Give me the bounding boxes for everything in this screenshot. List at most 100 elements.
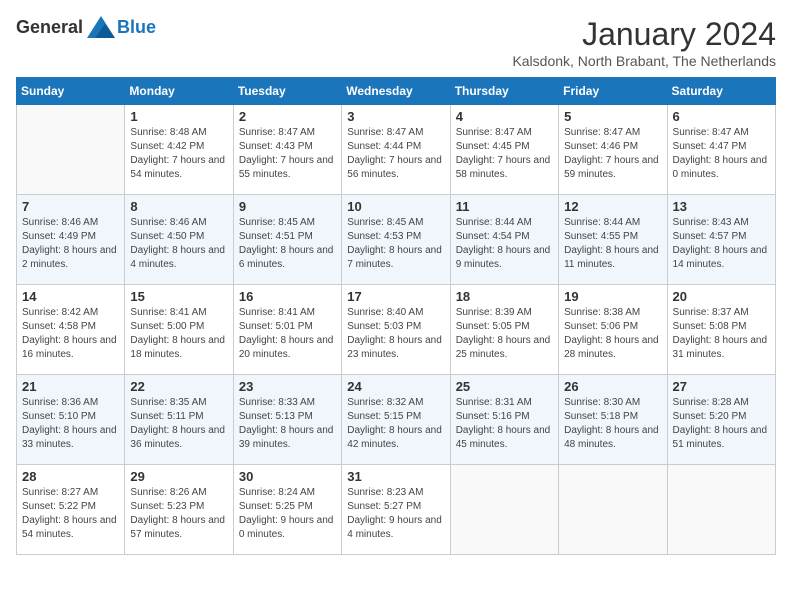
- day-info: Sunrise: 8:41 AMSunset: 5:00 PMDaylight:…: [130, 306, 227, 362]
- day-number: 17: [347, 289, 444, 304]
- month-year-title: January 2024: [512, 16, 776, 53]
- day-info: Sunrise: 8:41 AMSunset: 5:01 PMDaylight:…: [239, 306, 336, 362]
- day-number: 2: [239, 109, 336, 124]
- calendar-cell: 7Sunrise: 8:46 AMSunset: 4:49 PMDaylight…: [17, 195, 125, 285]
- day-header-thursday: Thursday: [450, 78, 558, 105]
- calendar-cell: 16Sunrise: 8:41 AMSunset: 5:01 PMDayligh…: [233, 285, 341, 375]
- day-number: 5: [564, 109, 661, 124]
- day-number: 12: [564, 199, 661, 214]
- calendar-cell: [559, 465, 667, 555]
- calendar-cell: 28 Sunrise: 8:27 AMSunset: 5:22 PMDayligh…: [17, 465, 125, 555]
- day-number: 30: [239, 469, 336, 484]
- calendar-week-row: 28 Sunrise: 8:27 AMSunset: 5:22 PMDayligh…: [17, 465, 776, 555]
- calendar-cell: 24Sunrise: 8:32 AMSunset: 5:15 PMDayligh…: [342, 375, 450, 465]
- day-number: 27: [673, 379, 770, 394]
- calendar-table: SundayMondayTuesdayWednesdayThursdayFrid…: [16, 77, 776, 555]
- day-number: 8: [130, 199, 227, 214]
- calendar-week-row: 7Sunrise: 8:46 AMSunset: 4:49 PMDaylight…: [17, 195, 776, 285]
- day-number: 13: [673, 199, 770, 214]
- day-info: Sunrise: 8:39 AMSunset: 5:05 PMDaylight:…: [456, 306, 553, 362]
- calendar-cell: [450, 465, 558, 555]
- day-info: Sunrise: 8:36 AMSunset: 5:10 PMDaylight:…: [22, 396, 119, 452]
- calendar-cell: 1Sunrise: 8:48 AMSunset: 4:42 PMDaylight…: [125, 105, 233, 195]
- logo-blue-text: Blue: [117, 17, 156, 38]
- day-info: Sunrise: 8:23 AMSunset: 5:27 PMDaylight:…: [347, 486, 444, 542]
- day-number: 15: [130, 289, 227, 304]
- calendar-cell: [17, 105, 125, 195]
- day-number: 9: [239, 199, 336, 214]
- day-header-saturday: Saturday: [667, 78, 775, 105]
- calendar-cell: 2 Sunrise: 8:47 AMSunset: 4:43 PMDaylight…: [233, 105, 341, 195]
- day-info: Sunrise: 8:37 AMSunset: 5:08 PMDaylight:…: [673, 306, 770, 362]
- day-number: 28: [22, 469, 119, 484]
- calendar-cell: 6 Sunrise: 8:47 AMSunset: 4:47 PMDaylight…: [667, 105, 775, 195]
- day-info: Sunrise: 8:27 AMSunset: 5:22 PMDaylight:…: [22, 486, 119, 542]
- day-info: Sunrise: 8:45 AMSunset: 4:53 PMDaylight:…: [347, 216, 444, 272]
- day-number: 19: [564, 289, 661, 304]
- day-number: 3: [347, 109, 444, 124]
- day-header-sunday: Sunday: [17, 78, 125, 105]
- day-number: 31: [347, 469, 444, 484]
- day-info: Sunrise: 8:42 AMSunset: 4:58 PMDaylight:…: [22, 306, 119, 362]
- day-header-tuesday: Tuesday: [233, 78, 341, 105]
- day-info: Sunrise: 8:47 AMSunset: 4:44 PMDaylight:…: [347, 126, 444, 182]
- calendar-cell: 18 Sunrise: 8:39 AMSunset: 5:05 PMDayligh…: [450, 285, 558, 375]
- logo: General Blue: [16, 16, 156, 38]
- day-number: 22: [130, 379, 227, 394]
- calendar-cell: 27 Sunrise: 8:28 AMSunset: 5:20 PMDayligh…: [667, 375, 775, 465]
- day-header-wednesday: Wednesday: [342, 78, 450, 105]
- calendar-cell: 21 Sunrise: 8:36 AMSunset: 5:10 PMDayligh…: [17, 375, 125, 465]
- day-info: Sunrise: 8:44 AMSunset: 4:55 PMDaylight:…: [564, 216, 661, 272]
- day-info: Sunrise: 8:44 AMSunset: 4:54 PMDaylight:…: [456, 216, 553, 272]
- day-number: 4: [456, 109, 553, 124]
- location-subtitle: Kalsdonk, North Brabant, The Netherlands: [512, 53, 776, 69]
- calendar-cell: 31 Sunrise: 8:23 AMSunset: 5:27 PMDayligh…: [342, 465, 450, 555]
- calendar-cell: 17 Sunrise: 8:40 AMSunset: 5:03 PMDayligh…: [342, 285, 450, 375]
- day-info: Sunrise: 8:30 AMSunset: 5:18 PMDaylight:…: [564, 396, 661, 452]
- day-number: 11: [456, 199, 553, 214]
- calendar-cell: 9Sunrise: 8:45 AMSunset: 4:51 PMDaylight…: [233, 195, 341, 285]
- day-info: Sunrise: 8:33 AMSunset: 5:13 PMDaylight:…: [239, 396, 336, 452]
- day-info: Sunrise: 8:40 AMSunset: 5:03 PMDaylight:…: [347, 306, 444, 362]
- day-info: Sunrise: 8:47 AMSunset: 4:47 PMDaylight:…: [673, 126, 770, 182]
- day-info: Sunrise: 8:38 AMSunset: 5:06 PMDaylight:…: [564, 306, 661, 362]
- day-header-friday: Friday: [559, 78, 667, 105]
- calendar-cell: 13Sunrise: 8:43 AMSunset: 4:57 PMDayligh…: [667, 195, 775, 285]
- calendar-cell: 15 Sunrise: 8:41 AMSunset: 5:00 PMDayligh…: [125, 285, 233, 375]
- calendar-cell: 4Sunrise: 8:47 AMSunset: 4:45 PMDaylight…: [450, 105, 558, 195]
- day-header-monday: Monday: [125, 78, 233, 105]
- day-number: 6: [673, 109, 770, 124]
- logo-general-text: General: [16, 17, 83, 38]
- day-number: 20: [673, 289, 770, 304]
- day-info: Sunrise: 8:31 AMSunset: 5:16 PMDaylight:…: [456, 396, 553, 452]
- day-info: Sunrise: 8:24 AMSunset: 5:25 PMDaylight:…: [239, 486, 336, 542]
- day-info: Sunrise: 8:47 AMSunset: 4:46 PMDaylight:…: [564, 126, 661, 182]
- title-section: January 2024 Kalsdonk, North Brabant, Th…: [512, 16, 776, 69]
- calendar-week-row: 14 Sunrise: 8:42 AMSunset: 4:58 PMDayligh…: [17, 285, 776, 375]
- calendar-week-row: 21 Sunrise: 8:36 AMSunset: 5:10 PMDayligh…: [17, 375, 776, 465]
- day-number: 23: [239, 379, 336, 394]
- calendar-cell: 19 Sunrise: 8:38 AMSunset: 5:06 PMDayligh…: [559, 285, 667, 375]
- day-number: 21: [22, 379, 119, 394]
- calendar-cell: 29 Sunrise: 8:26 AMSunset: 5:23 PMDayligh…: [125, 465, 233, 555]
- day-info: Sunrise: 8:26 AMSunset: 5:23 PMDaylight:…: [130, 486, 227, 542]
- calendar-cell: 3 Sunrise: 8:47 AMSunset: 4:44 PMDaylight…: [342, 105, 450, 195]
- day-info: Sunrise: 8:47 AMSunset: 4:43 PMDaylight:…: [239, 126, 336, 182]
- day-number: 26: [564, 379, 661, 394]
- day-info: Sunrise: 8:32 AMSunset: 5:15 PMDaylight:…: [347, 396, 444, 452]
- calendar-cell: [667, 465, 775, 555]
- day-number: 14: [22, 289, 119, 304]
- calendar-cell: 11 Sunrise: 8:44 AMSunset: 4:54 PMDayligh…: [450, 195, 558, 285]
- day-number: 18: [456, 289, 553, 304]
- calendar-cell: 25 Sunrise: 8:31 AMSunset: 5:16 PMDayligh…: [450, 375, 558, 465]
- calendar-cell: 14 Sunrise: 8:42 AMSunset: 4:58 PMDayligh…: [17, 285, 125, 375]
- day-number: 29: [130, 469, 227, 484]
- calendar-cell: 10Sunrise: 8:45 AMSunset: 4:53 PMDayligh…: [342, 195, 450, 285]
- calendar-cell: 12 Sunrise: 8:44 AMSunset: 4:55 PMDayligh…: [559, 195, 667, 285]
- calendar-cell: 20 Sunrise: 8:37 AMSunset: 5:08 PMDayligh…: [667, 285, 775, 375]
- day-info: Sunrise: 8:28 AMSunset: 5:20 PMDaylight:…: [673, 396, 770, 452]
- day-number: 25: [456, 379, 553, 394]
- day-info: Sunrise: 8:46 AMSunset: 4:49 PMDaylight:…: [22, 216, 119, 272]
- calendar-cell: 5 Sunrise: 8:47 AMSunset: 4:46 PMDaylight…: [559, 105, 667, 195]
- day-info: Sunrise: 8:35 AMSunset: 5:11 PMDaylight:…: [130, 396, 227, 452]
